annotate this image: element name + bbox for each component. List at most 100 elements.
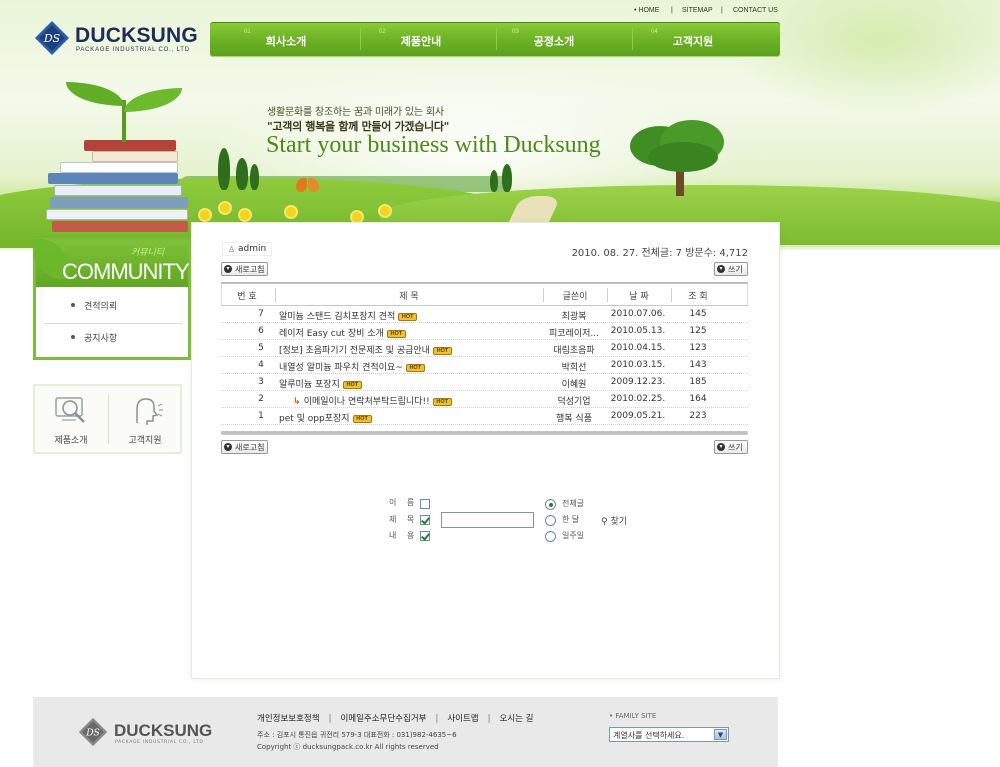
- row-title-link[interactable]: 내열성 알미늄 파우치 견적이요~ HOT: [279, 360, 425, 373]
- user-badge: ♙ admin: [222, 242, 272, 256]
- directions-link[interactable]: 오시는 길: [500, 714, 534, 724]
- hero-headline: Start your business with Ducksung: [266, 132, 601, 158]
- bullet-icon: [71, 335, 75, 339]
- logo-tagline: PACKAGE INDUSTRIAL CO., LTD: [76, 47, 190, 53]
- bullet-icon: [71, 303, 75, 307]
- col-date: 날 짜: [629, 292, 649, 302]
- company-logo[interactable]: DS DUCKSUNG PACKAGE INDUSTRIAL CO., LTD: [34, 20, 198, 60]
- chevron-down-icon: ▼: [714, 729, 727, 740]
- write-icon: ▾: [717, 265, 725, 273]
- search-field-label: 제 목: [389, 515, 419, 524]
- table-row: 4 내열성 알미늄 파우치 견적이요~ HOT 박희선 2010.03.15. 1…: [221, 357, 748, 374]
- reply-arrow-icon: ↳: [293, 397, 304, 407]
- hot-badge: HOT: [386, 329, 406, 338]
- contact-us-link[interactable]: CONTACT US: [733, 7, 778, 14]
- table-header: 번 호 제 목 글쓴이 날 짜 조 회: [221, 284, 748, 306]
- refresh-button-bottom[interactable]: ▾ 새로고침: [221, 440, 268, 454]
- col-no: 번 호: [237, 292, 257, 302]
- table-row: 1 pet 및 opp포장지 HOT 행복 식품 2009.05.21. 223: [221, 408, 748, 425]
- hot-badge: HOT: [398, 312, 418, 321]
- search-title-checkbox[interactable]: [420, 515, 430, 525]
- footer-wordmark: DUCKSUNG: [114, 721, 213, 740]
- quick-links: 제품소개 고객지원: [33, 384, 182, 454]
- table-row: 2 ↳ 이메일이나 연락처부탁드립니다!! HOT 덕성기업 2010.02.25…: [221, 391, 748, 408]
- row-author: 피코레이저...: [549, 329, 599, 339]
- refresh-icon: ▾: [224, 443, 232, 451]
- nav-company[interactable]: 01 회사소개: [218, 22, 354, 57]
- sidebar-item-notice[interactable]: 공지사항: [36, 323, 188, 353]
- refresh-button[interactable]: ▾ 새로고침: [221, 262, 268, 276]
- nav-process[interactable]: 03 공정소개: [486, 22, 622, 57]
- scope-label: 일주일: [562, 531, 585, 540]
- search-field-label: 내 용: [389, 531, 419, 540]
- row-title-link[interactable]: 알루미늄 포장지 HOT: [279, 377, 362, 390]
- row-title-link[interactable]: pet 및 opp포장지 HOT: [279, 411, 372, 424]
- hero-subtitle: 생활문화를 창조하는 꿈과 미래가 있는 회사: [267, 107, 444, 118]
- footer-copyright: Copyright ⓒ ducksungpack.co.kr All right…: [257, 743, 439, 751]
- hot-badge: HOT: [352, 414, 372, 423]
- row-date: 2010.05.13.: [610, 326, 666, 336]
- row-views: 185: [689, 377, 707, 387]
- privacy-policy-link[interactable]: 개인정보보호정책: [257, 714, 320, 724]
- community-header: 커뮤니티 COMMUNITY: [33, 239, 190, 287]
- sidebar-item-estimate[interactable]: 견적의뢰: [36, 291, 188, 321]
- row-no: 6: [258, 326, 264, 336]
- row-title-link[interactable]: [정보] 초음파기기 전문제조 및 공급안내 HOT: [279, 343, 452, 356]
- footer-logo: DS DUCKSUNG PACKAGE INDUSTRIAL CO., LTD: [78, 715, 218, 749]
- row-date: 2010.07.06.: [610, 309, 666, 319]
- tree-illustration: [620, 118, 740, 198]
- hot-badge: HOT: [342, 380, 362, 389]
- search-content-checkbox[interactable]: [420, 531, 430, 541]
- svg-text:DS: DS: [43, 32, 61, 45]
- row-no: 4: [258, 360, 264, 370]
- scope-label: 한 달: [562, 515, 580, 524]
- row-views: 145: [689, 309, 707, 319]
- row-date: 2009.12.23.: [610, 377, 666, 387]
- scope-all-radio[interactable]: [545, 499, 556, 510]
- ducksung-logo-icon: DS: [35, 21, 69, 55]
- support-person-icon: [136, 398, 163, 425]
- family-site-label: • FAMILY SITE: [609, 712, 657, 720]
- row-no: 2: [258, 394, 264, 404]
- scope-month-radio[interactable]: [545, 515, 556, 526]
- home-link[interactable]: • HOME: [634, 7, 659, 14]
- row-no: 5: [258, 343, 264, 353]
- no-email-collection-link[interactable]: 이메일주소무단수집거부: [340, 714, 426, 724]
- family-site-select[interactable]: 계열사를 선택하세요. ▼: [609, 727, 729, 742]
- col-views: 조 회: [688, 292, 708, 302]
- quick-products-button[interactable]: 제품소개: [35, 386, 107, 452]
- write-icon: ▾: [717, 443, 725, 451]
- community-title-kr: 커뮤니티: [131, 248, 165, 258]
- quick-label: 고객지원: [128, 436, 162, 446]
- util-separator: |: [721, 7, 723, 14]
- row-title-link[interactable]: 레이저 Easy cut 장비 소개 HOT: [279, 326, 406, 339]
- community-menu: 커뮤니티 COMMUNITY 견적의뢰 공지사항: [33, 238, 191, 360]
- community-title: COMMUNITY: [62, 259, 190, 284]
- nav-support[interactable]: 04 고객지원: [625, 22, 761, 57]
- row-title-link[interactable]: 알미늄 스탠드 김치포장지 견적 HOT: [279, 309, 418, 322]
- scope-week-radio[interactable]: [545, 531, 556, 542]
- write-button[interactable]: ▾ 쓰기: [714, 262, 748, 276]
- quick-support-button[interactable]: 고객지원: [109, 386, 181, 452]
- row-views: 125: [689, 326, 707, 336]
- footer-tagline: PACKAGE INDUSTRIAL CO., LTD: [115, 740, 204, 745]
- table-footer-line: [221, 431, 748, 435]
- search-field-label: 이 름: [389, 498, 419, 507]
- sitemap-link[interactable]: SITEMAP: [682, 7, 713, 14]
- footer-sitemap-link[interactable]: 사이트맵: [447, 714, 478, 724]
- footer-address: 주소 : 김포시 통진읍 귀전리 579-3 대표전화 : 031)982-46…: [257, 731, 457, 739]
- scope-label: 전체글: [562, 499, 585, 508]
- nav-products[interactable]: 02 제품안내: [353, 22, 489, 57]
- search-button[interactable]: ⚲ 찾기: [601, 514, 627, 527]
- row-title-link[interactable]: ↳ 이메일이나 연락처부탁드립니다!! HOT: [293, 394, 452, 407]
- footer: DS DUCKSUNG PACKAGE INDUSTRIAL CO., LTD …: [33, 697, 778, 767]
- row-date: 2010.04.15.: [610, 343, 666, 353]
- util-separator: |: [671, 7, 673, 14]
- row-views: 123: [689, 343, 707, 353]
- search-name-checkbox[interactable]: [420, 499, 430, 509]
- write-button-bottom[interactable]: ▾ 쓰기: [714, 440, 748, 454]
- row-date: 2009.05.21.: [610, 411, 666, 421]
- row-author: 박희선: [561, 363, 587, 373]
- row-no: 3: [258, 377, 264, 387]
- search-input[interactable]: [441, 512, 534, 528]
